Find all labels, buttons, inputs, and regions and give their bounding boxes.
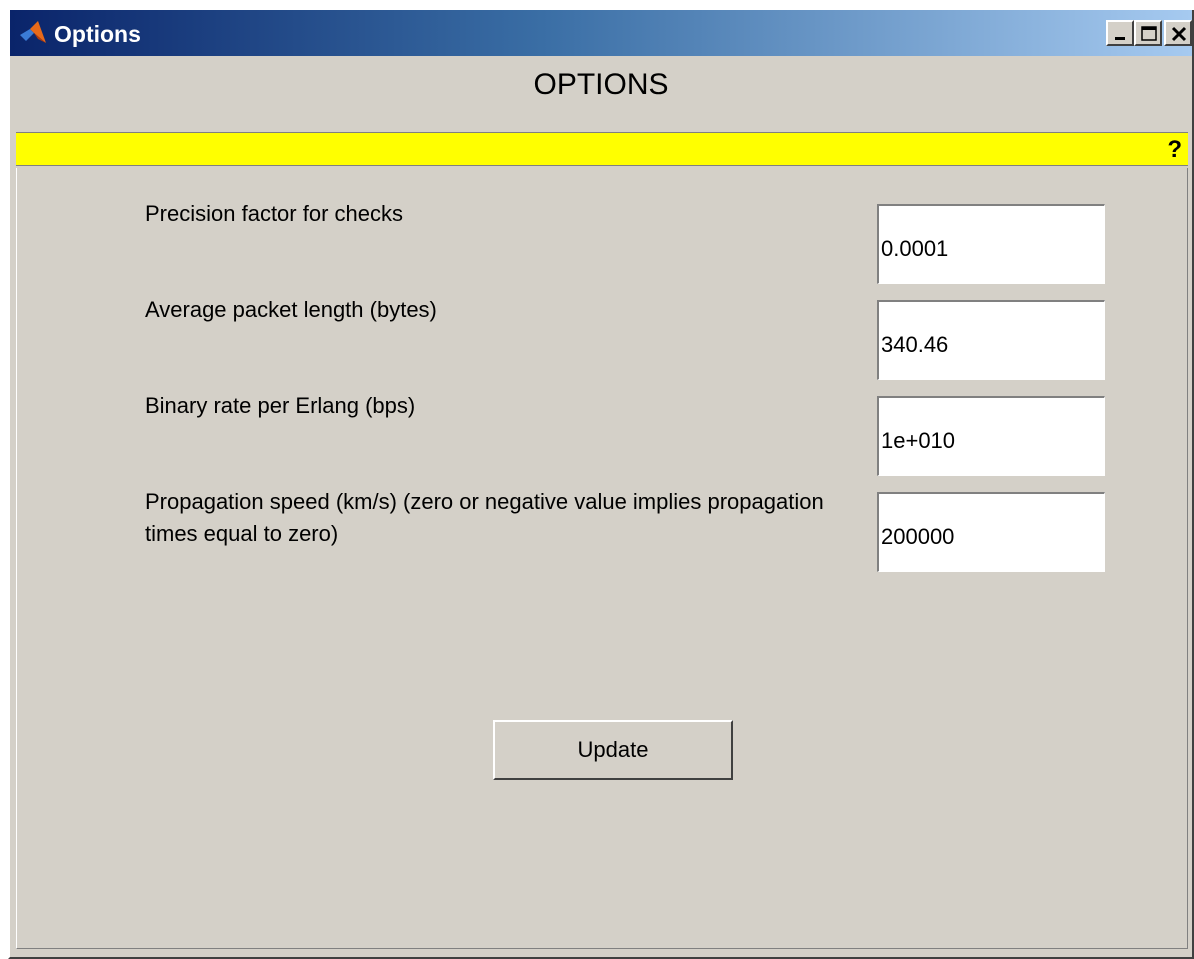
update-button[interactable]: Update	[493, 720, 733, 780]
help-bar: ?	[16, 132, 1188, 166]
options-window: Options OPTIONS ? Precision factor for c…	[8, 10, 1194, 959]
propagation-speed-field[interactable]: 200000	[877, 492, 1105, 572]
options-panel: Precision factor for checks 0.0001 Avera…	[16, 168, 1188, 949]
page-title: OPTIONS	[533, 68, 669, 101]
binary-rate-field[interactable]: 1e+010	[877, 396, 1105, 476]
maximize-button[interactable]	[1134, 20, 1162, 46]
minimize-icon	[1115, 37, 1125, 40]
title-bar[interactable]: Options	[10, 10, 1192, 56]
matlab-icon	[18, 19, 48, 47]
packet-length-field[interactable]: 340.46	[877, 300, 1105, 380]
close-button[interactable]	[1164, 20, 1192, 46]
precision-factor-label: Precision factor for checks	[145, 201, 403, 226]
close-icon	[1171, 26, 1187, 42]
maximize-icon	[1141, 26, 1157, 41]
propagation-speed-label: Propagation speed (km/s) (zero or negati…	[145, 489, 824, 546]
packet-length-label: Average packet length (bytes)	[145, 297, 437, 322]
minimize-button[interactable]	[1106, 20, 1134, 46]
binary-rate-label: Binary rate per Erlang (bps)	[145, 393, 416, 418]
window-title: Options	[54, 21, 141, 47]
help-button[interactable]: ?	[1167, 136, 1182, 164]
precision-factor-field[interactable]: 0.0001	[877, 204, 1105, 284]
